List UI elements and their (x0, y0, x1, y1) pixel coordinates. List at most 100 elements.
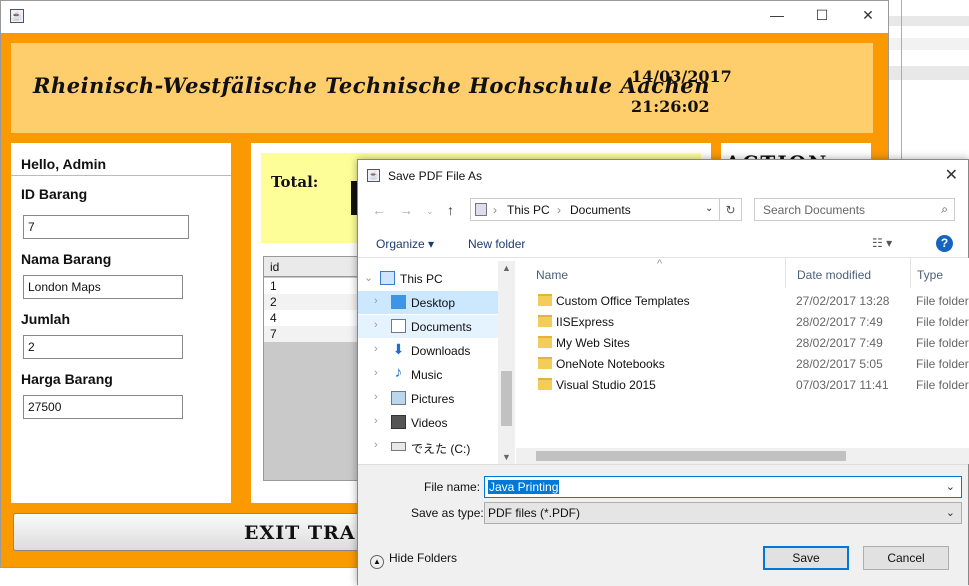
nav-item-pictures[interactable]: › Pictures (358, 387, 498, 410)
up-arrow-icon[interactable]: ↑ (447, 202, 454, 218)
date-display: 14/03/2017 (631, 67, 732, 86)
collapse-chevron-icon[interactable]: › (374, 343, 378, 355)
address-dropdown-icon[interactable]: ⌄ (705, 203, 713, 214)
navigation-bar: ← → ⌄ ↑ › This PC › Documents ⌄ ↻ Search… (358, 198, 968, 224)
minimize-button[interactable]: — (767, 7, 787, 23)
save-as-type-label: Save as type: (411, 506, 484, 520)
file-name: Custom Office Templates (556, 294, 690, 308)
file-type: File folder (916, 378, 969, 392)
chevron-down-icon[interactable]: ⌄ (946, 480, 955, 493)
breadcrumb-separator-icon: › (493, 203, 497, 217)
table-header-id[interactable]: id (264, 257, 362, 277)
back-arrow-icon[interactable]: ← (372, 202, 386, 218)
save-button[interactable]: Save (763, 546, 849, 570)
breadcrumb-separator-icon: › (557, 203, 561, 217)
search-input[interactable]: Search Documents ⌕ (754, 198, 955, 221)
save-pdf-dialog: ☕ Save PDF File As ✕ ← → ⌄ ↑ › This PC ›… (357, 159, 969, 586)
nav-label: Videos (411, 416, 448, 430)
exit-transaction-button[interactable]: EXIT TRA (13, 513, 363, 551)
collapse-chevron-icon[interactable]: › (374, 391, 378, 403)
search-placeholder: Search Documents (763, 203, 866, 217)
collapse-chevron-icon[interactable]: › (374, 295, 378, 307)
nama-barang-field[interactable]: London Maps (23, 275, 183, 299)
file-name: My Web Sites (556, 336, 630, 350)
save-as-type-select[interactable]: PDF files (*.PDF) ⌄ (484, 502, 962, 524)
total-label: Total: (271, 173, 319, 191)
nav-item-drive-c[interactable]: › でえた (C:) (358, 435, 498, 458)
table-row[interactable]: 2 (264, 294, 362, 310)
chevron-down-icon[interactable]: ⌄ (946, 506, 955, 519)
view-options-icon[interactable]: ☷ ▾ (872, 236, 892, 250)
documents-icon (391, 319, 406, 333)
breadcrumb-this-pc[interactable]: This PC (507, 203, 550, 217)
table-row[interactable]: 1 (264, 278, 362, 294)
cancel-button[interactable]: Cancel (863, 546, 949, 570)
address-bar[interactable]: › This PC › Documents ⌄ (470, 198, 720, 221)
university-title: Rheinisch-Westfälische Technische Hochsc… (33, 73, 710, 98)
nav-item-this-pc[interactable]: ⌄ This PC (358, 267, 498, 290)
file-type: File folder (916, 336, 969, 350)
harga-barang-field[interactable]: 27500 (23, 395, 183, 419)
column-header-date[interactable]: Date modified (791, 258, 911, 288)
table-row[interactable]: 7 (264, 326, 362, 342)
list-item[interactable]: IISExpress 28/02/2017 7:49 File folder (516, 311, 969, 332)
items-table[interactable]: id 1 2 4 7 (263, 256, 363, 481)
nav-label: Downloads (411, 344, 471, 358)
organize-button[interactable]: Organize ▾ (376, 237, 434, 251)
save-as-type-value: PDF files (*.PDF) (488, 506, 581, 520)
collapse-chevron-icon[interactable]: › (374, 319, 378, 331)
close-button[interactable]: ✕ (858, 7, 878, 24)
header-banner: Rheinisch-Westfälische Technische Hochsc… (11, 43, 873, 133)
nav-item-documents[interactable]: › Documents (358, 315, 498, 338)
download-arrow-icon: ⬇ (392, 341, 405, 357)
breadcrumb-documents[interactable]: Documents (570, 203, 631, 217)
nav-label: でえた (C:) (411, 442, 471, 456)
expand-chevron-icon[interactable]: ⌄ (364, 271, 373, 284)
java-icon: ☕ (367, 169, 380, 182)
nav-item-desktop[interactable]: › Desktop (358, 291, 498, 314)
collapse-chevron-icon[interactable]: › (374, 415, 378, 427)
file-type: File folder (916, 315, 969, 329)
list-item[interactable]: Custom Office Templates 27/02/2017 13:28… (516, 290, 969, 311)
dialog-close-button[interactable]: ✕ (945, 165, 958, 185)
horizontal-scrollbar[interactable] (516, 448, 969, 464)
refresh-icon[interactable]: ↻ (720, 198, 742, 221)
nav-label: Pictures (411, 392, 455, 406)
scroll-down-icon[interactable]: ▼ (502, 452, 511, 462)
hide-folders-button[interactable]: ▲ Hide Folders (370, 551, 457, 569)
file-name: Visual Studio 2015 (556, 378, 656, 392)
list-item[interactable]: My Web Sites 28/02/2017 7:49 File folder (516, 332, 969, 353)
nav-item-downloads[interactable]: › ⬇ Downloads (358, 339, 498, 362)
java-icon: ☕ (10, 9, 24, 23)
list-item[interactable]: OneNote Notebooks 28/02/2017 5:05 File f… (516, 353, 969, 374)
table-row[interactable]: 4 (264, 310, 362, 326)
column-header-type[interactable]: Type (911, 258, 969, 288)
jumlah-field[interactable]: 2 (23, 335, 183, 359)
nav-item-music[interactable]: › ♪ Music (358, 363, 498, 386)
file-date: 27/02/2017 13:28 (796, 294, 890, 308)
folder-icon (538, 294, 552, 306)
nav-label: Desktop (411, 296, 456, 310)
scroll-up-icon[interactable]: ▲ (502, 263, 511, 273)
nav-item-videos[interactable]: › Videos (358, 411, 498, 434)
pictures-icon (391, 391, 406, 405)
file-name: OneNote Notebooks (556, 357, 665, 371)
maximize-button[interactable]: ☐ (812, 7, 832, 24)
id-barang-field[interactable]: 7 (23, 215, 189, 239)
navigation-pane: ⌄ This PC › Desktop › Documents › ⬇ Down… (358, 261, 515, 464)
new-folder-button[interactable]: New folder (468, 237, 525, 251)
recent-dropdown-icon[interactable]: ⌄ (426, 206, 434, 217)
nav-scrollbar[interactable]: ▲ ▼ (498, 261, 515, 464)
collapse-chevron-icon[interactable]: › (374, 367, 378, 379)
file-date: 28/02/2017 5:05 (796, 357, 883, 371)
file-date: 28/02/2017 7:49 (796, 315, 883, 329)
scroll-thumb[interactable] (501, 371, 512, 426)
list-item[interactable]: Visual Studio 2015 07/03/2017 11:41 File… (516, 374, 969, 395)
collapse-chevron-icon[interactable]: › (374, 439, 378, 451)
help-icon[interactable]: ? (936, 235, 953, 252)
file-date: 07/03/2017 11:41 (796, 378, 889, 392)
forward-arrow-icon[interactable]: → (399, 202, 413, 218)
scroll-thumb[interactable] (536, 451, 846, 461)
divider (11, 175, 231, 176)
file-name-input[interactable]: Java Printing ⌄ (484, 476, 962, 498)
